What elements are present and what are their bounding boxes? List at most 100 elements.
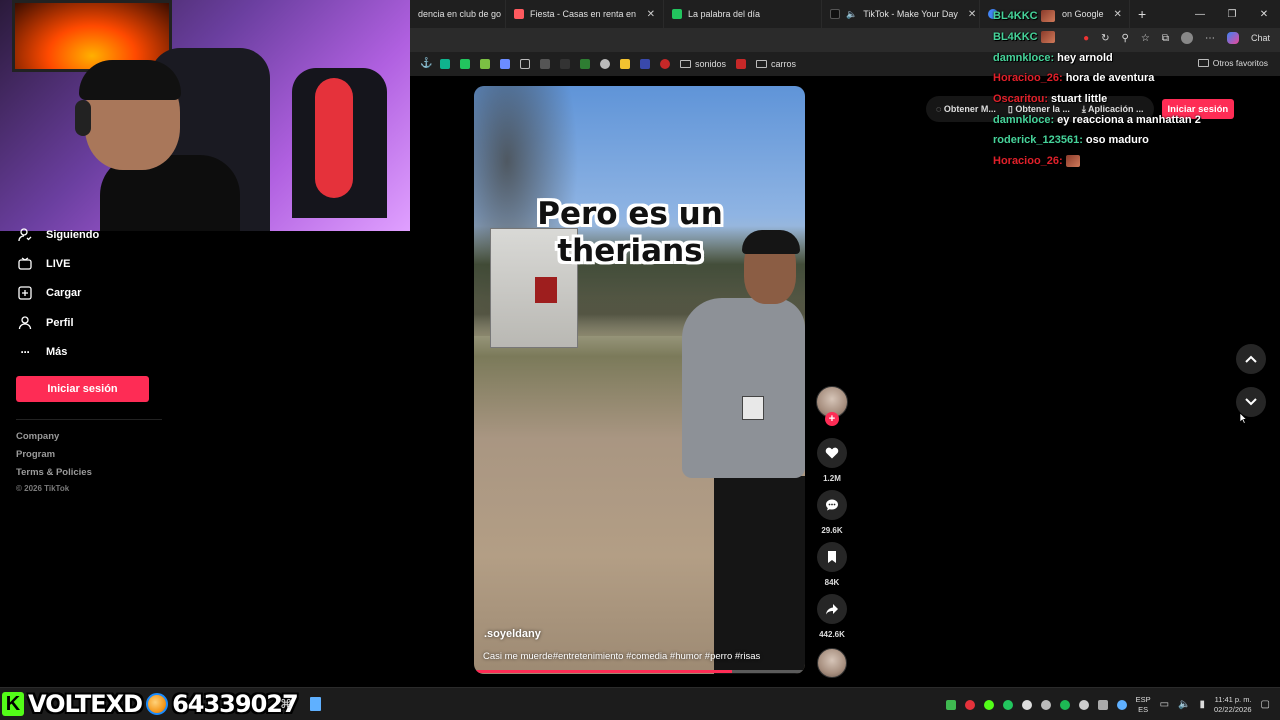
profile-icon bbox=[18, 316, 32, 330]
copyright: © 2026 TikTok bbox=[16, 484, 70, 493]
sidebar-item-label: LIVE bbox=[46, 258, 71, 270]
footer-link-company[interactable]: Company bbox=[16, 431, 59, 442]
browser-tab[interactable]: Fiesta - Casas en renta en Panamá ✕ bbox=[506, 0, 664, 28]
caption-line: therians bbox=[557, 233, 703, 269]
folder-icon[interactable] bbox=[520, 59, 530, 69]
tray-app-icon[interactable] bbox=[1021, 699, 1032, 710]
chevron-down-icon bbox=[1245, 398, 1257, 406]
chat-text: ey reacciona a manhattan 2 bbox=[1057, 114, 1201, 126]
sidebar-item-more[interactable]: ··· Más bbox=[18, 345, 68, 359]
battery-icon[interactable]: ▮ bbox=[1199, 699, 1205, 710]
browser-tab[interactable]: dencia en club de go bbox=[410, 0, 506, 28]
coin-icon: ◌ bbox=[936, 104, 944, 114]
volume-icon[interactable]: 🔈 bbox=[1178, 699, 1190, 710]
tray-app-icon[interactable] bbox=[983, 699, 994, 710]
get-coins-button[interactable]: ◌ Obtener M... bbox=[936, 104, 996, 114]
footer-link-terms[interactable]: Terms & Policies bbox=[16, 467, 92, 478]
tray-app-icon[interactable] bbox=[1002, 699, 1013, 710]
folder-label: carros bbox=[771, 59, 797, 69]
tray-app-icon[interactable] bbox=[1040, 699, 1051, 710]
video-username[interactable]: .soyeldany bbox=[484, 628, 541, 640]
mouse-pointer-icon bbox=[1239, 412, 1247, 424]
bookmark-icon[interactable] bbox=[620, 59, 630, 69]
sidebar-item-label: Más bbox=[46, 346, 68, 358]
footer-link-program[interactable]: Program bbox=[16, 449, 55, 460]
chevron-up-icon bbox=[1245, 355, 1257, 363]
chat-username: BL4KKC bbox=[993, 10, 1038, 22]
sidebar-item-live[interactable]: LIVE bbox=[18, 257, 70, 271]
login-button[interactable]: Iniciar sesión bbox=[16, 376, 149, 402]
date: 02/22/2026 bbox=[1214, 704, 1252, 714]
divider bbox=[16, 419, 162, 420]
tab-title: La palabra del día bbox=[688, 9, 761, 19]
bookmark-folder-sonidos[interactable]: sonidos bbox=[680, 59, 726, 69]
previous-video-button[interactable] bbox=[1236, 344, 1266, 374]
sidebar-item-profile[interactable]: Perfil bbox=[18, 316, 74, 330]
video-overlay-caption: Pero es un therians bbox=[474, 196, 786, 270]
language-code: ESP bbox=[1135, 694, 1151, 704]
chat-username: Oscaritou: bbox=[993, 93, 1049, 105]
language-indicator[interactable]: ESP ES bbox=[1136, 695, 1151, 715]
bookmark-icon[interactable] bbox=[600, 59, 610, 69]
like-button[interactable] bbox=[817, 438, 847, 468]
chat-message: roderick_123561: oso maduro bbox=[993, 134, 1149, 146]
follow-plus-icon[interactable]: + bbox=[825, 412, 839, 426]
video-person bbox=[654, 230, 805, 674]
bookmark-icon[interactable] bbox=[736, 59, 747, 69]
bookmark-icon[interactable] bbox=[440, 59, 450, 69]
bookmark-icon[interactable] bbox=[580, 59, 590, 69]
bookmark-icon[interactable] bbox=[460, 59, 470, 69]
notifications-icon[interactable]: ▢ bbox=[1261, 699, 1270, 710]
tray-app-icon[interactable] bbox=[964, 699, 975, 710]
close-icon[interactable]: ✕ bbox=[968, 9, 976, 20]
time: 11:41 p. m. bbox=[1214, 694, 1252, 704]
network-icon[interactable]: ▭ bbox=[1160, 699, 1169, 710]
save-button[interactable] bbox=[817, 542, 847, 572]
chat-username: Horacioo_26: bbox=[993, 72, 1063, 84]
chat-text: oso maduro bbox=[1085, 134, 1149, 146]
chat-message: Horacioo_26: hora de aventura bbox=[993, 72, 1154, 84]
tray-app-icon[interactable] bbox=[1078, 699, 1089, 710]
share-icon bbox=[826, 604, 838, 615]
caption-line: Pero es un bbox=[537, 196, 723, 232]
bookmark-icon[interactable] bbox=[540, 59, 550, 69]
download-icon[interactable] bbox=[480, 59, 490, 69]
chat-username: roderick_123561: bbox=[993, 134, 1083, 146]
folder-label: sonidos bbox=[695, 59, 727, 69]
share-button[interactable] bbox=[817, 594, 847, 624]
bookmark-icon[interactable] bbox=[640, 59, 650, 69]
following-icon bbox=[18, 228, 32, 242]
video-player[interactable]: Pero es un therians .soyeldany Casi me m… bbox=[474, 86, 805, 674]
chat-username: damnkloce: bbox=[993, 114, 1055, 126]
tab-title: Fiesta - Casas en renta en Panamá bbox=[530, 9, 637, 19]
sidebar-item-label: Perfil bbox=[46, 317, 74, 329]
bookmark-icon[interactable] bbox=[660, 59, 670, 69]
browser-tab-active[interactable]: 🔈 TikTok - Make Your Day ✕ bbox=[822, 0, 980, 28]
close-icon[interactable]: ✕ bbox=[647, 9, 655, 20]
sidebar-item-following[interactable]: Siguiendo bbox=[18, 228, 99, 242]
tray-app-icon[interactable] bbox=[945, 699, 956, 710]
person-hoodie bbox=[682, 298, 805, 478]
sidebar-item-upload[interactable]: Cargar bbox=[18, 286, 81, 300]
tray-app-icon[interactable] bbox=[1059, 699, 1070, 710]
clock[interactable]: 11:41 p. m. 02/22/2026 bbox=[1214, 695, 1252, 715]
anchor-icon[interactable]: ⚓ bbox=[420, 59, 432, 69]
bookmark-icon[interactable] bbox=[560, 59, 570, 69]
streamer bbox=[75, 60, 265, 231]
bookmark-icon[interactable] bbox=[500, 59, 510, 69]
bookmark-folder-carros[interactable]: carros bbox=[756, 59, 796, 69]
browser-tab[interactable]: La palabra del día bbox=[664, 0, 822, 28]
notepad-icon[interactable] bbox=[307, 696, 323, 712]
chat-message: damnkloce: ey reacciona a manhattan 2 bbox=[993, 114, 1201, 126]
chat-message: BL4KKC bbox=[993, 10, 1055, 23]
speaker-icon[interactable]: 🔈 bbox=[846, 9, 857, 20]
bookmark-icon bbox=[828, 551, 836, 563]
comment-button[interactable] bbox=[817, 490, 847, 520]
tray-app-icon[interactable] bbox=[1097, 699, 1108, 710]
person-legs bbox=[714, 476, 805, 674]
progress-bar[interactable] bbox=[474, 670, 733, 673]
app-icon[interactable]: ⌘ bbox=[278, 696, 294, 712]
tray-app-icon[interactable] bbox=[1116, 699, 1127, 710]
screen: dencia en club de go Fiesta - Casas en r… bbox=[0, 0, 1280, 720]
sound-disc[interactable] bbox=[817, 648, 847, 678]
